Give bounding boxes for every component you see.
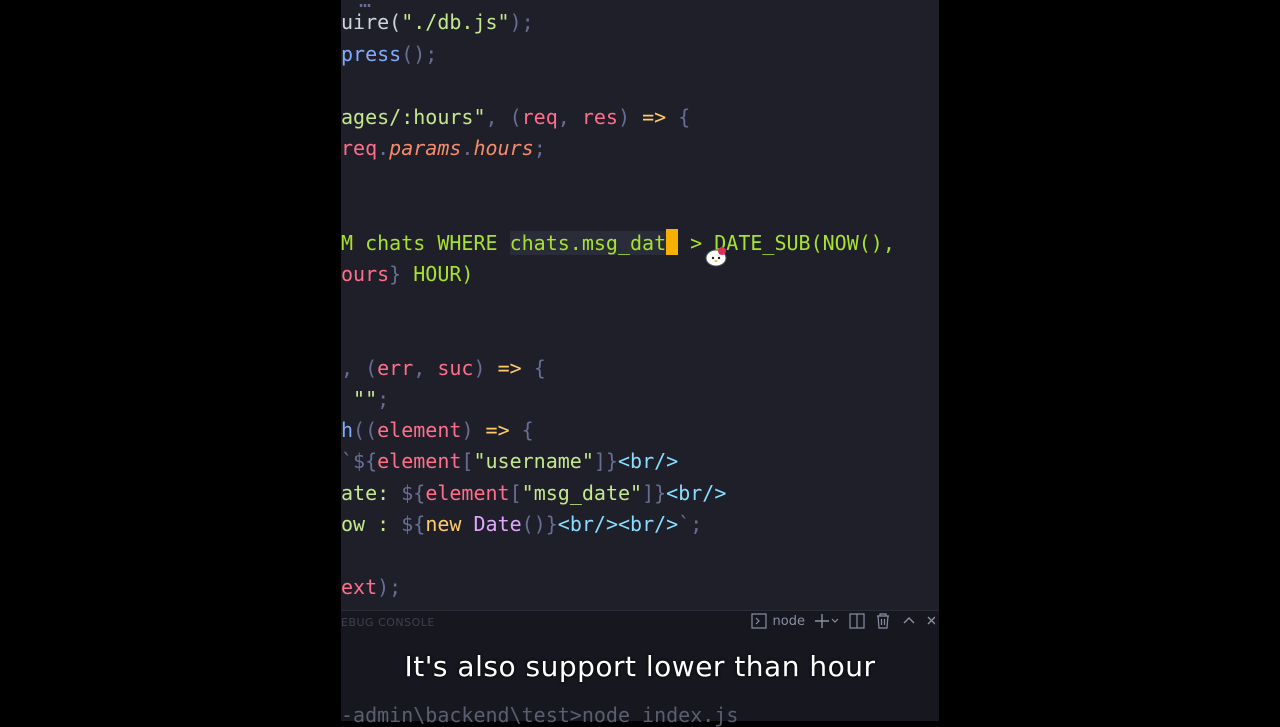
code-token: ages/:hours" bbox=[341, 105, 486, 129]
code-token: => bbox=[485, 418, 510, 442]
code-line[interactable]: ages/:hours", (req, res) => { bbox=[341, 103, 690, 131]
code-token: { bbox=[521, 356, 546, 380]
code-token: , bbox=[557, 105, 582, 129]
code-line[interactable]: `${element["username"]}<br/> bbox=[341, 447, 678, 475]
terminal-selector[interactable]: node bbox=[750, 613, 805, 629]
code-token: ) bbox=[617, 105, 643, 129]
code-line[interactable]: uire("./db.js"); bbox=[341, 8, 534, 36]
code-token: element bbox=[425, 481, 510, 505]
code-token: <br/> bbox=[617, 449, 679, 473]
code-token: => bbox=[497, 356, 522, 380]
code-token: , ( bbox=[485, 105, 522, 129]
code-token: , bbox=[413, 356, 438, 380]
terminal-name: node bbox=[772, 613, 805, 629]
code-token: "./db.js" bbox=[401, 10, 510, 34]
code-token: res bbox=[581, 105, 618, 129]
code-token: ${ bbox=[401, 512, 426, 536]
terminal-icon bbox=[750, 613, 767, 629]
code-token: [ bbox=[509, 481, 522, 505]
code-token: . bbox=[461, 136, 474, 160]
trash-icon[interactable] bbox=[875, 613, 891, 629]
code-token: `; bbox=[678, 512, 703, 536]
code-token: ow : bbox=[341, 512, 402, 536]
code-token: ${ bbox=[401, 481, 426, 505]
code-token: chats.msg_dat bbox=[509, 231, 667, 255]
code-token: req bbox=[341, 136, 378, 160]
video-caption: It's also support lower than hour bbox=[404, 650, 876, 683]
code-token: , ( bbox=[341, 356, 378, 380]
code-token: new bbox=[425, 512, 474, 536]
code-token: ) bbox=[473, 356, 498, 380]
code-token: params bbox=[389, 136, 462, 160]
code-token: (( bbox=[353, 418, 378, 442]
code-token: "username" bbox=[473, 449, 594, 473]
code-token: ]} bbox=[593, 449, 618, 473]
code-token: err bbox=[377, 356, 414, 380]
text-cursor bbox=[666, 229, 679, 255]
split-terminal-icon[interactable] bbox=[849, 613, 865, 629]
code-line[interactable]: press(); bbox=[341, 40, 437, 68]
code-line[interactable]: M chats WHERE chats.msg_dat > DATE_SUB(N… bbox=[341, 229, 895, 257]
add-terminal-icon[interactable] bbox=[815, 613, 839, 629]
code-token: M chats WHERE bbox=[341, 231, 510, 255]
code-token: press bbox=[341, 42, 402, 66]
code-token: ]} bbox=[642, 481, 667, 505]
code-token: <br/><br/> bbox=[557, 512, 679, 536]
code-token: req bbox=[521, 105, 558, 129]
mouse-cursor-icon bbox=[705, 247, 727, 267]
code-editor[interactable]: … uire("./db.js"); press(); ages/:hours"… bbox=[341, 0, 939, 610]
code-token: ); bbox=[509, 10, 534, 34]
code-token: "" bbox=[353, 387, 378, 411]
code-token: Date bbox=[473, 512, 522, 536]
debug-console-tab[interactable]: EBUG CONSOLE bbox=[341, 616, 435, 629]
letterbox-right bbox=[939, 0, 1280, 720]
code-token: element bbox=[377, 449, 462, 473]
code-token: ) bbox=[461, 418, 486, 442]
code-token: suc bbox=[437, 356, 474, 380]
chevron-up-icon[interactable] bbox=[901, 613, 917, 629]
code-token: ); bbox=[377, 575, 402, 599]
code-token: ; bbox=[533, 136, 546, 160]
code-token: <br/> bbox=[666, 481, 727, 505]
code-line[interactable]: ours} HOUR) bbox=[341, 260, 473, 288]
code-line[interactable]: h((element) => { bbox=[341, 416, 534, 444]
code-token: uire( bbox=[341, 10, 402, 34]
close-icon[interactable] bbox=[927, 613, 935, 629]
code-token: { bbox=[666, 105, 691, 129]
code-token: => bbox=[642, 105, 667, 129]
code-token: { bbox=[509, 418, 534, 442]
code-token: element bbox=[377, 418, 462, 442]
code-line[interactable]: , (err, suc) => { bbox=[341, 354, 546, 382]
code-line[interactable]: req.params.hours; bbox=[341, 134, 546, 162]
code-line[interactable]: ow : ${new Date()}<br/><br/>`; bbox=[341, 510, 702, 538]
code-token: ; bbox=[377, 387, 390, 411]
code-token: ours bbox=[341, 262, 390, 286]
code-token: "msg_date" bbox=[521, 481, 643, 505]
letterbox-left bbox=[0, 0, 341, 720]
code-token: hours bbox=[473, 136, 534, 160]
code-token: (); bbox=[401, 42, 438, 66]
code-token: } bbox=[389, 262, 414, 286]
terminal-line: -admin\backend\test>node index.js bbox=[341, 703, 739, 727]
code-token: ate: bbox=[341, 481, 402, 505]
code-token: ()} bbox=[521, 512, 558, 536]
code-token: . bbox=[377, 136, 390, 160]
code-token: `${ bbox=[341, 449, 378, 473]
code-line[interactable]: ate: ${element["msg_date"]}<br/> bbox=[341, 479, 726, 507]
code-line[interactable]: ""; bbox=[341, 385, 389, 413]
code-token: h bbox=[341, 418, 354, 442]
code-token: [ bbox=[461, 449, 474, 473]
code-token: ext bbox=[341, 575, 378, 599]
terminal-toolbar: node bbox=[750, 613, 935, 629]
code-token: HOUR) bbox=[413, 262, 474, 286]
code-line[interactable]: ext); bbox=[341, 573, 401, 601]
